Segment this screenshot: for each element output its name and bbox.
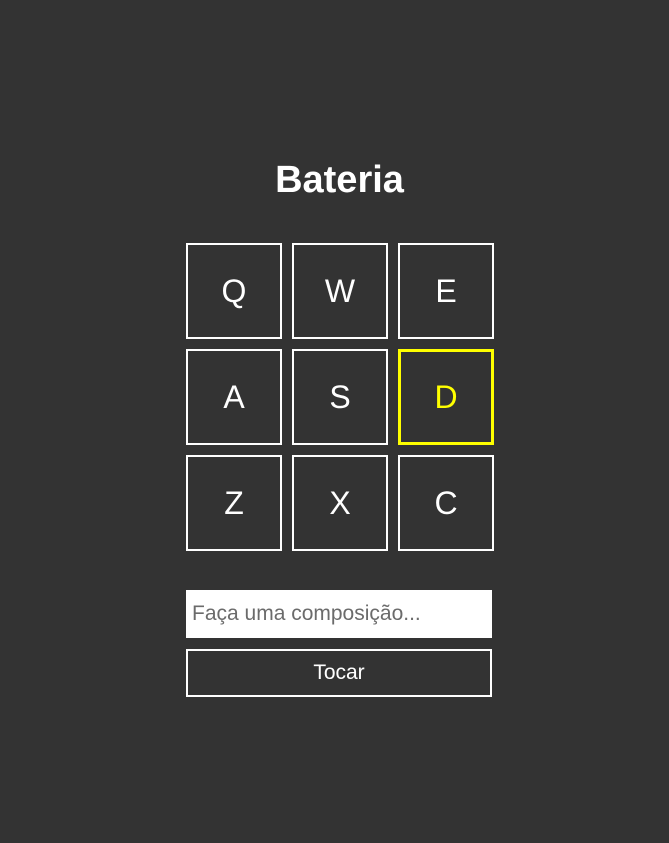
play-button[interactable]: Tocar xyxy=(186,649,492,697)
drum-key-w[interactable]: W xyxy=(292,243,388,339)
drum-key-d[interactable]: D xyxy=(398,349,494,445)
drum-app: Bateria Q W E A S D Z X C Tocar xyxy=(0,0,669,843)
drum-key-a[interactable]: A xyxy=(186,349,282,445)
drum-key-x[interactable]: X xyxy=(292,455,388,551)
page-title: Bateria xyxy=(275,159,404,201)
composition-form: Tocar xyxy=(186,590,492,697)
drum-key-z[interactable]: Z xyxy=(186,455,282,551)
drum-key-q[interactable]: Q xyxy=(186,243,282,339)
drum-pad-grid: Q W E A S D Z X C xyxy=(186,243,494,551)
drum-key-s[interactable]: S xyxy=(292,349,388,445)
composition-input[interactable] xyxy=(186,590,492,638)
drum-key-c[interactable]: C xyxy=(398,455,494,551)
drum-key-e[interactable]: E xyxy=(398,243,494,339)
